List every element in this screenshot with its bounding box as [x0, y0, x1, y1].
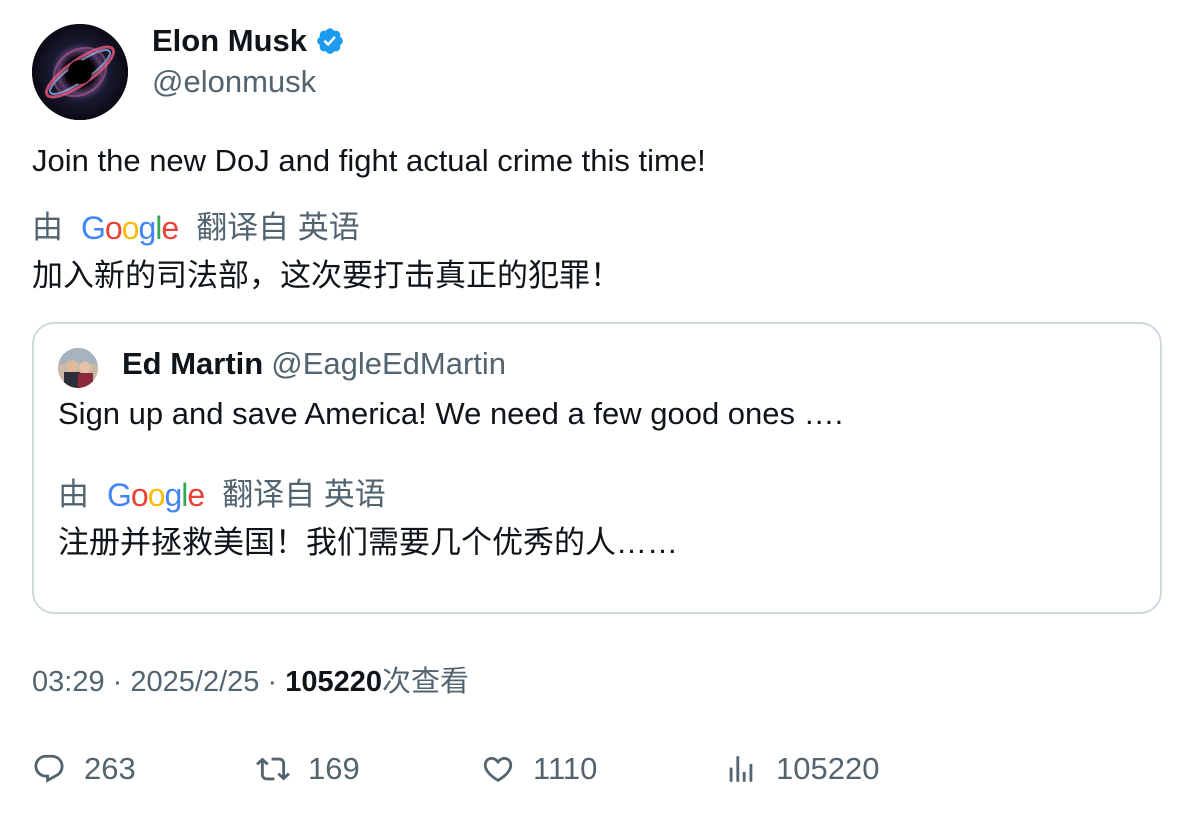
like-count: 1110	[533, 751, 598, 786]
black-hole-avatar-image	[32, 24, 128, 120]
meta-separator: ·	[112, 666, 123, 698]
heart-icon	[483, 756, 513, 782]
translation-prefix: 由	[32, 210, 63, 245]
quoted-translation-prefix: 由	[58, 477, 89, 512]
reply-button[interactable]: 263	[32, 748, 136, 790]
quoted-avatar-image	[58, 348, 98, 388]
quoted-translated-text: 注册并拯救美国！我们需要几个优秀的人……	[58, 525, 678, 560]
author-avatar[interactable]	[32, 24, 128, 120]
verified-badge-icon	[317, 28, 343, 54]
translation-source-label: 翻译自 英语	[196, 210, 360, 245]
like-button[interactable]: 1110	[481, 748, 597, 790]
tweet-date[interactable]: 2025/2/25	[130, 666, 259, 698]
views-total: 105220	[776, 751, 880, 786]
meta-separator: ·	[267, 666, 278, 698]
tweet-meta: 03:29 · 2025/2/25 · 105220次查看	[32, 661, 469, 703]
quoted-author-avatar[interactable]	[58, 348, 98, 388]
google-logo: Google	[81, 210, 179, 246]
tweet-time[interactable]: 03:29	[32, 666, 105, 698]
quoted-author-handle[interactable]: @EagleEdMartin	[271, 346, 506, 381]
author-name-row[interactable]: Elon Musk	[152, 20, 345, 62]
quoted-tweet-text: Sign up and save America! We need a few …	[58, 396, 844, 431]
author-handle[interactable]: @elonmusk	[152, 61, 316, 103]
views-button[interactable]: 105220	[724, 748, 879, 790]
tweet-text: Join the new DoJ and fight actual crime …	[32, 143, 706, 178]
author-name[interactable]: Elon Musk	[152, 20, 307, 62]
reply-icon	[34, 754, 64, 783]
quoted-author-row[interactable]: Ed Martin @EagleEdMartin	[122, 343, 506, 385]
google-logo: Google	[107, 477, 205, 513]
translation-attribution[interactable]: 由 Google 翻译自 英语	[32, 207, 360, 249]
quoted-author-name[interactable]: Ed Martin	[122, 346, 263, 381]
translated-text: 加入新的司法部，这次要打击真正的犯罪！	[32, 258, 621, 293]
views-count: 105220	[285, 666, 382, 698]
views-label: 次查看	[381, 666, 469, 698]
views-chart-icon	[729, 756, 753, 782]
quoted-translation-attribution[interactable]: 由 Google 翻译自 英语	[58, 474, 386, 516]
reply-count: 263	[84, 751, 136, 786]
retweet-button[interactable]: 169	[256, 748, 360, 790]
quoted-translation-source-label: 翻译自 英语	[222, 477, 386, 512]
retweet-icon	[256, 757, 290, 781]
retweet-count: 169	[308, 751, 360, 786]
